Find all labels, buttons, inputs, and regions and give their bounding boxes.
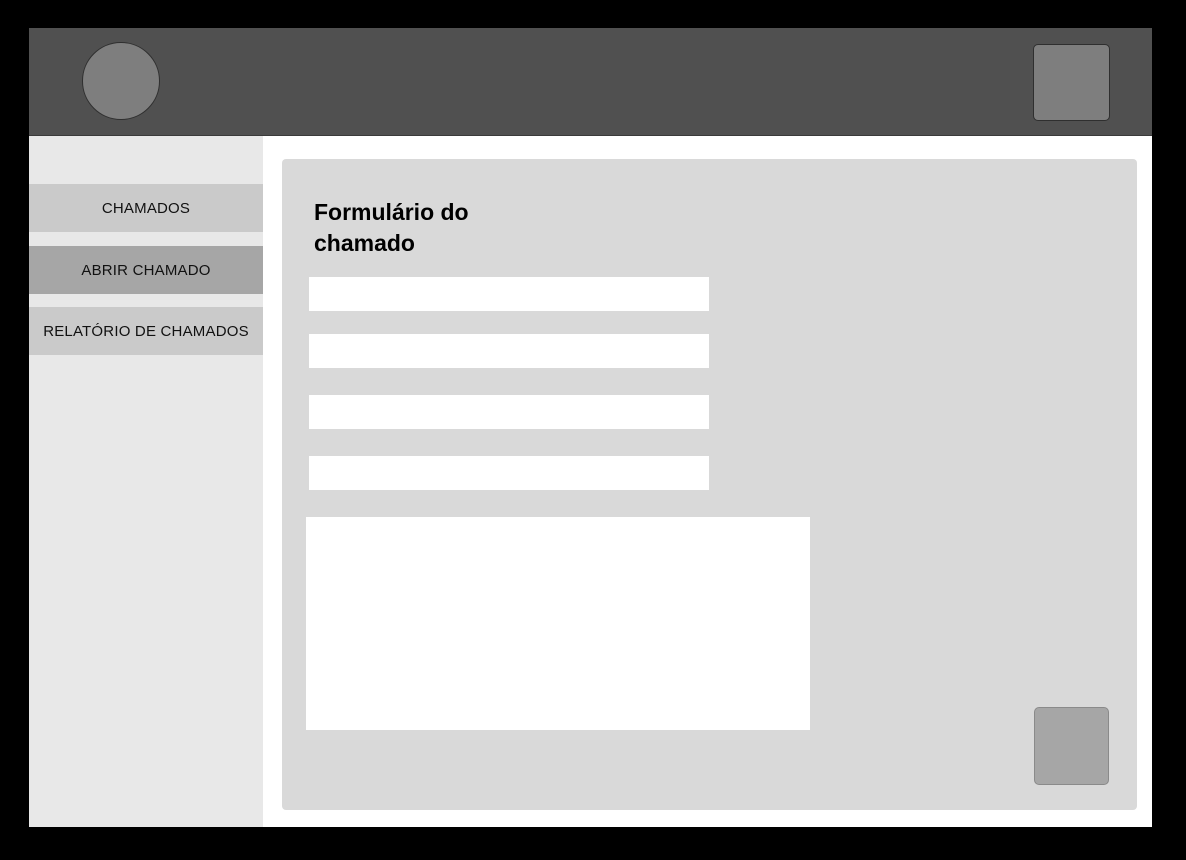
- submit-button[interactable]: [1034, 707, 1109, 785]
- header-action-button[interactable]: [1033, 44, 1110, 121]
- user-avatar[interactable]: [82, 42, 160, 120]
- page-title-line-2: chamado: [314, 230, 415, 256]
- form-field-2[interactable]: [309, 334, 709, 368]
- sidebar-item-abrir-chamado[interactable]: ABRIR CHAMADO: [29, 246, 263, 294]
- top-bar: [29, 28, 1152, 136]
- page-title-line-1: Formulário do: [314, 199, 469, 225]
- sidebar: CHAMADOS ABRIR CHAMADO RELATÓRIO DE CHAM…: [29, 136, 263, 827]
- form-field-3[interactable]: [309, 395, 709, 429]
- form-panel: Formulário do chamado: [282, 159, 1137, 810]
- page-title: Formulário do chamado: [314, 197, 574, 259]
- sidebar-item-relatorio-de-chamados[interactable]: RELATÓRIO DE CHAMADOS: [29, 307, 263, 355]
- form-field-4[interactable]: [309, 456, 709, 490]
- form-field-1[interactable]: [309, 277, 709, 311]
- app-window: CHAMADOS ABRIR CHAMADO RELATÓRIO DE CHAM…: [29, 28, 1152, 827]
- description-textarea[interactable]: [306, 517, 810, 730]
- sidebar-item-chamados[interactable]: CHAMADOS: [29, 184, 263, 232]
